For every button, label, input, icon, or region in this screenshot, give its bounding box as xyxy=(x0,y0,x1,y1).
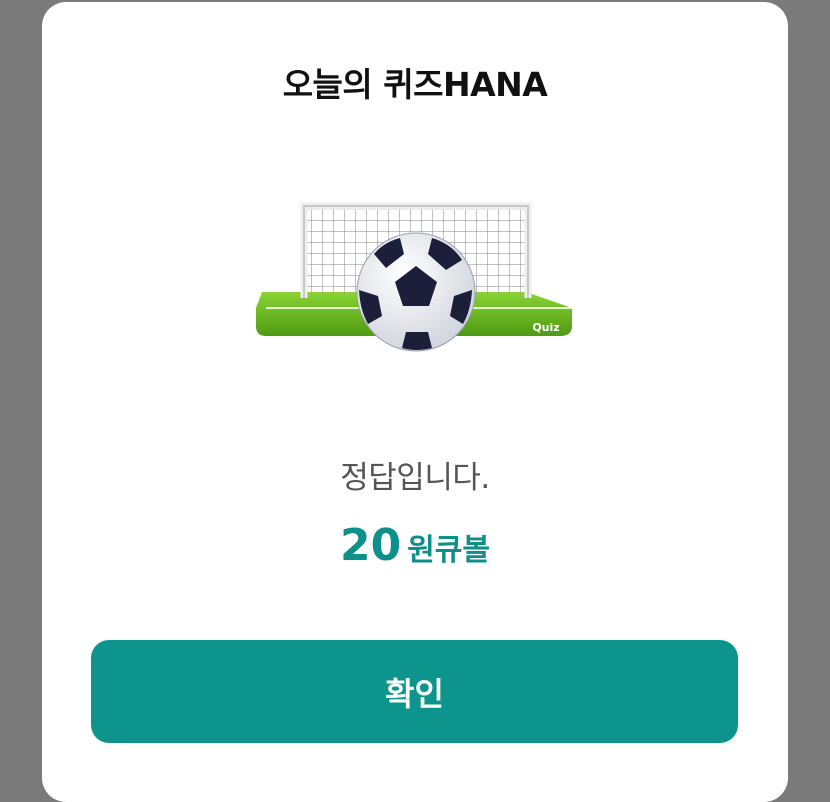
quiz-result-dialog: 오늘의 퀴즈HANA Quiz 정답입니다. 20 원큐볼 확인 xyxy=(42,2,788,802)
result-message: 정답입니다. xyxy=(340,460,490,496)
reward-amount: 20 원큐볼 xyxy=(42,520,788,571)
dialog-title: 오늘의 퀴즈HANA xyxy=(282,65,548,104)
reward-unit: 원큐볼 xyxy=(407,533,491,568)
quiz-badge-text: Quiz xyxy=(532,321,559,334)
reward-value: 20 xyxy=(339,520,402,571)
confirm-button[interactable]: 확인 xyxy=(91,640,738,743)
soccer-goal-icon: Quiz xyxy=(256,198,576,358)
